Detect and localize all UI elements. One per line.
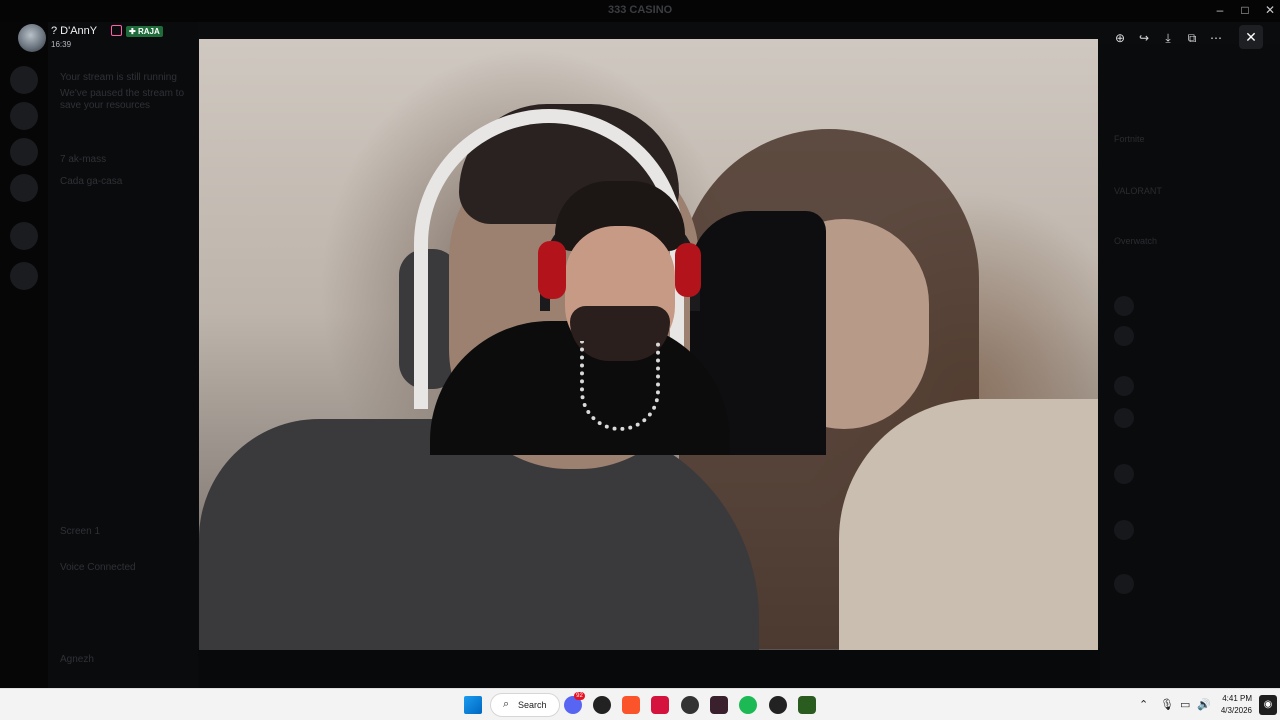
brave-browser-icon[interactable] (622, 696, 640, 714)
window-title: 333 CASINO (608, 4, 673, 16)
cam-region (538, 241, 566, 299)
stream-notice-title: Your stream is still running (60, 72, 177, 83)
volume-icon[interactable]: 🔊 (1197, 698, 1211, 711)
more-options-icon[interactable]: ⋯ (1206, 28, 1226, 48)
member-list: Fortnite VALORANT Overwatch (1100, 44, 1280, 688)
search-label: Search (518, 700, 547, 710)
voice-status: Voice Connected (60, 562, 136, 573)
activity-item: Fortnite (1114, 134, 1145, 144)
activity-item: Overwatch (1114, 236, 1158, 246)
member-avatar[interactable] (1114, 326, 1134, 346)
stream-notice-text: save your resources (60, 100, 151, 111)
member-avatar[interactable] (1114, 296, 1134, 316)
close-viewer-button[interactable]: ✕ (1239, 25, 1263, 49)
taskbar: ⌕ Search ⌃ 🎙 ▭ 🔊 4:41 PM 4/3/2026 ◉ (0, 688, 1280, 720)
member-avatar[interactable] (1114, 464, 1134, 484)
cam-region (580, 341, 660, 431)
minimize-icon[interactable]: – (1210, 3, 1230, 17)
forward-icon[interactable]: ↪ (1134, 28, 1154, 48)
screen-share-label: Screen 1 (60, 526, 101, 537)
title-bar: 333 CASINO – □ ✕ (0, 0, 1280, 22)
app-m-icon[interactable] (710, 696, 728, 714)
notification-icon[interactable]: ◉ (1259, 695, 1277, 715)
avatar[interactable] (18, 24, 46, 52)
start-windows-icon[interactable] (464, 696, 482, 714)
server-tag: ✚ RAJA (126, 26, 163, 37)
maximize-icon[interactable]: □ (1235, 3, 1255, 17)
chevron-up-icon[interactable]: ⌃ (1139, 698, 1148, 711)
app-g-icon[interactable] (593, 696, 611, 714)
channel-item[interactable]: 7 ak-mass (60, 154, 106, 165)
server-icon[interactable] (10, 222, 38, 250)
clock-time[interactable]: 4:41 PM (1222, 694, 1252, 703)
clock-date[interactable]: 4/3/2026 (1212, 706, 1252, 715)
obs-icon[interactable] (681, 696, 699, 714)
member-avatar[interactable] (1114, 574, 1134, 594)
network-icon[interactable]: ▭ (1180, 698, 1190, 711)
taskbar-search[interactable]: ⌕ Search (490, 693, 560, 717)
download-icon[interactable]: ⤓ (1158, 28, 1178, 48)
close-window-icon[interactable]: ✕ (1260, 3, 1280, 17)
server-rail (0, 22, 48, 688)
user-panel-name: Agnezh (60, 654, 94, 665)
open-external-icon[interactable]: ⧉ (1182, 28, 1202, 48)
member-avatar[interactable] (1114, 376, 1134, 396)
server-icon[interactable] (10, 66, 38, 94)
server-tag-label: RAJA (137, 27, 160, 36)
role-badge-icon (111, 25, 122, 36)
server-icon[interactable] (10, 138, 38, 166)
server-icon[interactable] (10, 174, 38, 202)
app-a-icon[interactable] (651, 696, 669, 714)
member-avatar[interactable] (1114, 520, 1134, 540)
app-green-icon[interactable] (798, 696, 816, 714)
username[interactable]: ? D'AnnY (51, 25, 97, 37)
zoom-icon[interactable]: ⊕ (1110, 28, 1130, 48)
webcam-overlay (430, 181, 826, 455)
app-g2-icon[interactable] (769, 696, 787, 714)
message-bar (198, 648, 1100, 688)
channel-list: Your stream is still running We've pause… (48, 22, 198, 688)
cam-region (675, 243, 701, 297)
stream-notice-text: We've paused the stream to (60, 88, 185, 99)
server-icon[interactable] (10, 102, 38, 130)
search-icon: ⌕ (503, 698, 510, 710)
server-icon[interactable] (10, 262, 38, 290)
discord-notification-badge: 92 (574, 692, 585, 700)
channel-item[interactable]: Cada ga-casa (60, 176, 122, 187)
spotify-icon[interactable] (739, 696, 757, 714)
activity-item: VALORANT (1114, 186, 1162, 196)
microphone-icon[interactable]: 🎙 (1160, 698, 1174, 711)
member-avatar[interactable] (1114, 408, 1134, 428)
timestamp: 16:39 (51, 40, 72, 49)
